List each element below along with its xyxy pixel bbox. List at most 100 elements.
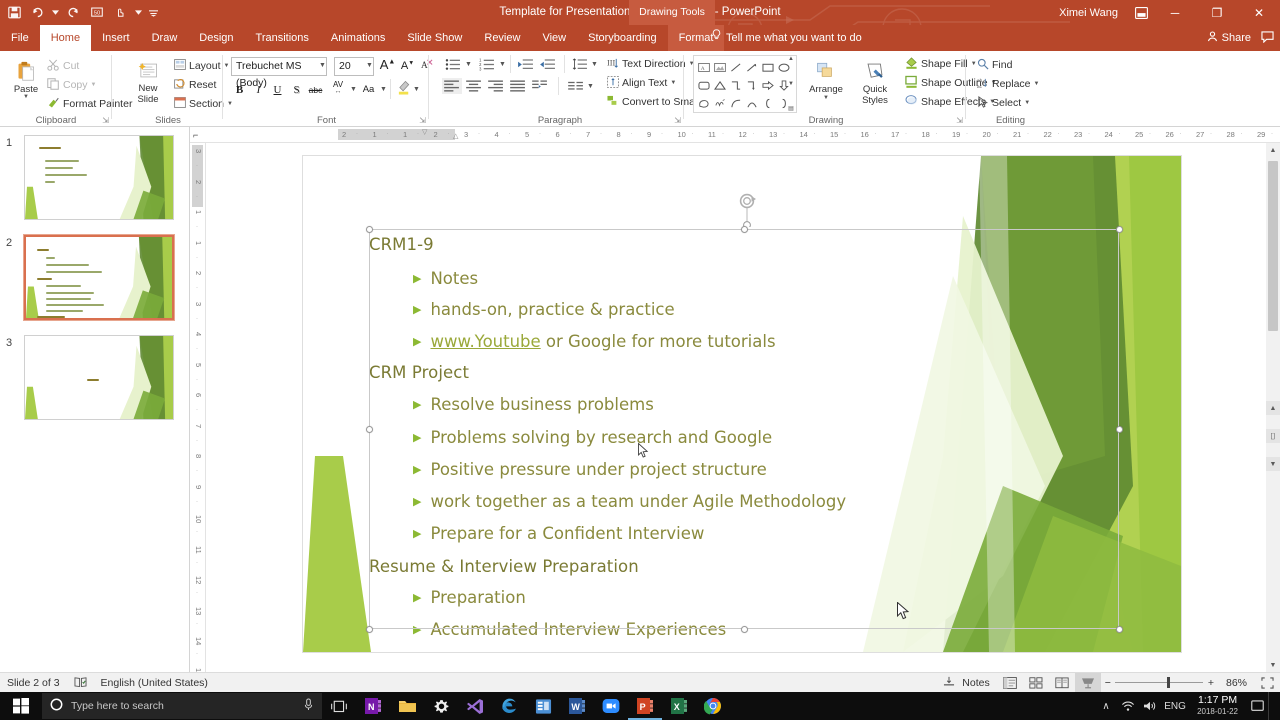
quick-styles-button[interactable]: Quick Styles (852, 55, 898, 111)
clock[interactable]: 1:17 PM 2018-01-22 (1189, 695, 1246, 717)
zoom-out-button[interactable]: − (1101, 673, 1115, 693)
ribbon-tab-storyboarding[interactable]: Storyboarding (577, 25, 668, 51)
ribbon-tab-draw[interactable]: Draw (141, 25, 189, 51)
align-right-button[interactable] (486, 78, 506, 94)
language-indicator-tray[interactable]: ENG (1161, 692, 1189, 720)
align-center-button[interactable] (464, 78, 484, 94)
zoom-level-label[interactable]: 86% (1219, 673, 1254, 693)
zoom-in-button[interactable]: + (1203, 673, 1219, 693)
copy-button[interactable]: Copy ▼ (44, 76, 99, 94)
triangle-shape-icon[interactable] (712, 76, 728, 94)
change-case-button[interactable]: Aa (360, 81, 377, 98)
ribbon-tab-view[interactable]: View (531, 25, 577, 51)
select-button[interactable]: Select ▼ (974, 94, 1033, 112)
zoom-slider-thumb[interactable] (1166, 677, 1170, 688)
restore-button[interactable]: ❐ (1196, 0, 1238, 25)
align-text-caret[interactable]: ▼ (670, 80, 676, 86)
minimize-button[interactable]: ─ (1154, 0, 1196, 25)
taskbar-icon-settings[interactable] (424, 692, 458, 720)
text-placeholder-selection[interactable] (366, 193, 1123, 633)
scribble-shape-icon[interactable] (712, 94, 728, 112)
zoom-slider[interactable] (1114, 673, 1203, 693)
vertical-ruler[interactable]: 3 · 2 · 1 · 1 · 2 · 3 · 4 · 5 · 6 · 7 · 8 · 9 · 10 · 11 · 12 · 13 · 14 · 1… (190, 143, 206, 672)
slide-thumbnail-3[interactable] (24, 335, 174, 420)
ribbon-display-options-icon[interactable] (1128, 0, 1154, 25)
thumbnail-row[interactable]: 1 (0, 135, 189, 235)
replace-caret[interactable]: ▼ (1034, 81, 1040, 87)
scroll-up-arrow-icon[interactable]: ▲ (1266, 143, 1280, 157)
elbow-connector-shape-icon[interactable] (728, 76, 744, 94)
ribbon-tab-file[interactable]: File (0, 25, 40, 51)
increase-font-size-button[interactable]: A▲ (379, 56, 396, 73)
normal-view-button[interactable] (997, 673, 1023, 693)
reading-view-button[interactable] (1049, 673, 1075, 693)
shapes-scroll-up-icon[interactable]: ▲ (788, 56, 794, 62)
hanging-indent-marker[interactable]: △ (453, 132, 458, 140)
ribbon-tab-animations[interactable]: Animations (320, 25, 396, 51)
start-button[interactable] (0, 692, 42, 720)
taskbar-icon-file-explorer[interactable] (390, 692, 424, 720)
shapes-gallery-scroll[interactable]: ▲ ▼ ▤ (786, 56, 796, 112)
freeform-shape-icon[interactable] (696, 94, 712, 112)
rectangle-shape-icon[interactable] (760, 58, 776, 76)
taskbar-icon-microsoft-teams[interactable] (526, 692, 560, 720)
elbow-arrow-shape-icon[interactable] (744, 76, 760, 94)
replace-button[interactable]: ab ac Replace ▼ (974, 75, 1042, 93)
copy-dropdown-caret[interactable]: ▼ (91, 82, 97, 88)
cut-button[interactable]: Cut (44, 57, 82, 75)
task-view-button[interactable] (322, 692, 356, 720)
decrease-indent-button[interactable] (516, 56, 536, 72)
highlight-color-caret[interactable]: ▼ (413, 86, 420, 93)
resize-handle-middle-left[interactable] (366, 426, 373, 433)
arc-shape-icon[interactable] (744, 94, 760, 112)
first-line-indent-marker[interactable]: ▽ (422, 128, 427, 136)
paste-button[interactable]: Paste ▼ (4, 55, 48, 109)
right-arrow-shape-icon[interactable] (760, 76, 776, 94)
slide-thumbnail-1[interactable] (24, 135, 174, 220)
user-name[interactable]: Ximei Wang (1049, 7, 1128, 19)
spellcheck-icon[interactable] (67, 673, 94, 693)
slide-sorter-view-button[interactable] (1023, 673, 1049, 693)
columns-button[interactable] (530, 78, 550, 94)
resize-handle-top-left[interactable] (366, 226, 373, 233)
bullets-caret[interactable]: ▼ (465, 61, 472, 68)
clipboard-dialog-launcher[interactable]: ⇲ (102, 116, 109, 125)
network-icon[interactable] (1117, 692, 1139, 720)
scrollbar-thumb[interactable] (1268, 161, 1278, 331)
text-shadow-button[interactable]: S (288, 81, 305, 98)
search-input[interactable]: Type here to search (42, 693, 322, 719)
reset-button[interactable]: Reset (171, 76, 219, 94)
taskbar-icon-zoom[interactable] (594, 692, 628, 720)
justify-button[interactable] (508, 78, 528, 94)
notes-button[interactable]: Notes (936, 673, 996, 693)
strikethrough-button[interactable]: abc (307, 81, 324, 98)
customize-quick-access-toolbar-icon[interactable] (149, 5, 158, 21)
save-icon[interactable] (6, 5, 22, 21)
fit-slide-to-window-button[interactable] (1254, 673, 1280, 693)
arrange-caret[interactable]: ▼ (823, 95, 829, 101)
taskbar-icon-onenote[interactable]: N (356, 692, 390, 720)
ribbon-tab-review[interactable]: Review (473, 25, 531, 51)
volume-icon[interactable] (1139, 692, 1161, 720)
taskbar-icon-microsoft-edge[interactable] (492, 692, 526, 720)
rotate-handle[interactable] (736, 193, 758, 229)
share-button[interactable]: Share (1207, 31, 1251, 45)
shapes-more-icon[interactable]: ▤ (788, 105, 794, 112)
align-text-button[interactable]: Align Text ▼ (604, 74, 679, 92)
microphone-icon[interactable] (303, 698, 314, 714)
change-case-caret[interactable]: ▼ (380, 86, 387, 93)
slide-show-button[interactable] (1074, 672, 1101, 693)
align-left-button[interactable] (442, 78, 462, 94)
horizontal-ruler[interactable]: ⌐ 2 · 1 · 1 · 2 · 3 · 4 · 5 · 6 · 7 · 8 · 9 · 10 · 11 · 12 · 13 · 14 · 1… (190, 127, 1280, 143)
comments-icon[interactable] (1261, 30, 1274, 46)
italic-button[interactable]: I (250, 81, 267, 98)
slide-thumbnail-pane[interactable]: 1 2 3 (0, 127, 190, 672)
redo-icon[interactable] (66, 5, 82, 21)
ribbon-tab-insert[interactable]: Insert (91, 25, 141, 51)
ribbon-tab-slide-show[interactable]: Slide Show (396, 25, 473, 51)
picture-shape-icon[interactable] (712, 58, 728, 76)
find-button[interactable]: Find (974, 56, 1015, 74)
line-spacing-button[interactable] (570, 56, 590, 72)
next-slide-button[interactable]: ▼ (1266, 457, 1280, 471)
drawing-dialog-launcher[interactable]: ⇲ (956, 116, 963, 125)
